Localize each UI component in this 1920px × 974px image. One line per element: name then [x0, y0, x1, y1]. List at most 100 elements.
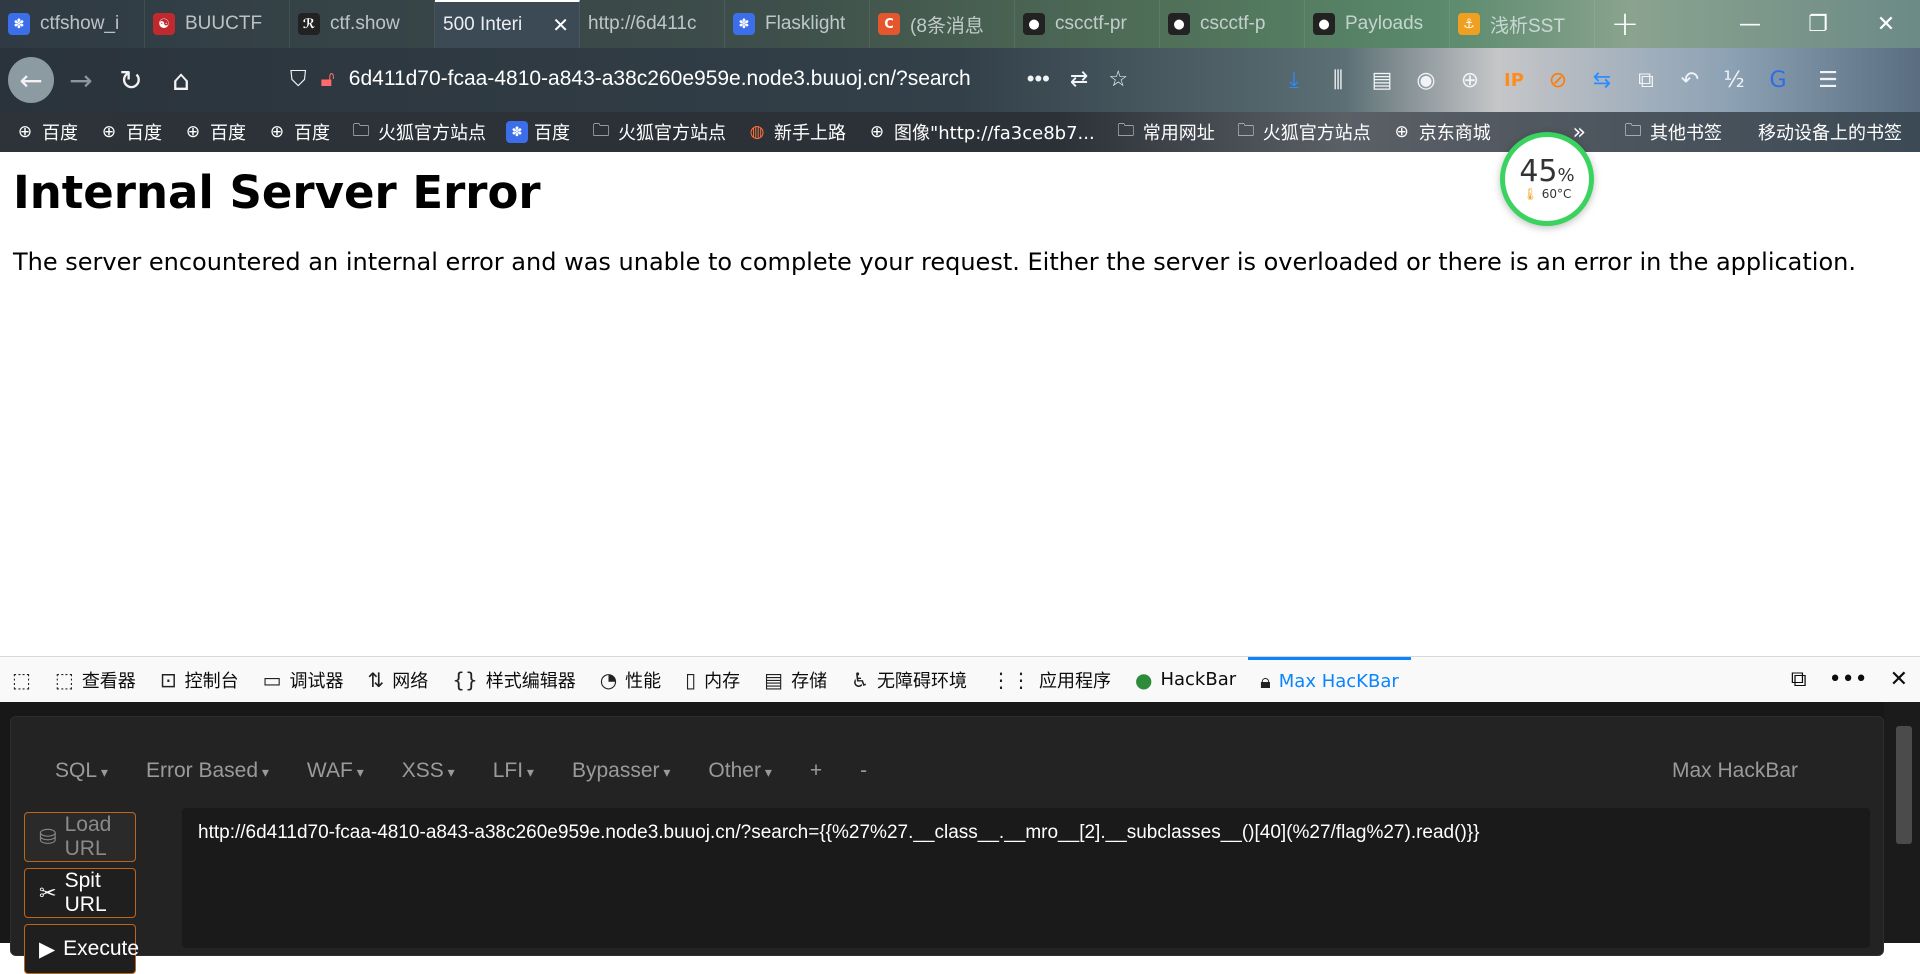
bookmark-2[interactable]: ⊕ 百度 — [182, 119, 246, 145]
translate-icon[interactable]: ⇄ — [1070, 66, 1088, 92]
bookmark-5[interactable]: ✽ 百度 — [506, 119, 570, 145]
execute-button[interactable]: ▶ Execute — [24, 924, 139, 974]
minimize-button[interactable]: — — [1716, 0, 1784, 48]
address-bar[interactable]: ⛉ 🔓︎ 6d411d70-fcaa-4810-a843-a38c260e959… — [290, 56, 1358, 102]
proxy-extension-icon[interactable]: ⧉ — [1632, 68, 1660, 93]
devtools-options-icon[interactable]: ••• — [1829, 667, 1868, 692]
devtools-tab-6[interactable]: ▯ 内存 — [673, 657, 752, 703]
bookmark-6[interactable]: 🗀 火狐官方站点 — [590, 119, 727, 145]
scrollbar-thumb[interactable] — [1896, 726, 1912, 844]
devtools-tab-8[interactable]: ♿︎ 无障碍环境 — [839, 657, 979, 703]
bookmark-10[interactable]: 🗀 火狐官方站点 — [1235, 119, 1371, 145]
sidebar-icon[interactable]: ▤ — [1368, 68, 1396, 93]
bookmark-7[interactable]: ◍ 新手上路 — [746, 119, 846, 145]
tab-5[interactable]: ✽ Flasklight — [725, 0, 870, 48]
devtools-tab-9[interactable]: ⋮⋮ 应用程序 — [979, 657, 1123, 703]
close-window-button[interactable]: ✕ — [1852, 0, 1920, 48]
hackbar-menu-item[interactable]: Bypasser — [572, 759, 670, 783]
devtools-tab-11[interactable]: 🔒︎ Max HacKBar — [1248, 656, 1411, 703]
window-controls: — ❐ ✕ — [1716, 0, 1920, 48]
restore-button[interactable]: ❐ — [1784, 0, 1852, 48]
anchor-icon: ⚓ — [1458, 13, 1480, 35]
bookmark-1[interactable]: ⊕ 百度 — [98, 119, 162, 145]
home-button[interactable]: ⌂ — [158, 57, 204, 103]
insecure-lock-icon[interactable]: 🔓︎ — [321, 66, 335, 92]
hackbar-menu-item[interactable]: Other — [708, 759, 771, 783]
split-url-button[interactable]: ✂ Spit URL — [24, 868, 136, 918]
library-icon[interactable]: ⫼ — [1324, 68, 1352, 93]
shield-icon[interactable]: ⛉ — [290, 66, 307, 92]
hackbar-menu-item[interactable]: Error Based — [146, 759, 269, 783]
hackbar-url-textarea[interactable]: http://6d411d70-fcaa-4810-a843-a38c260e9… — [182, 808, 1870, 948]
tab-3[interactable]: 500 Interi ✕ — [435, 0, 580, 48]
panel-scrollbar[interactable] — [1884, 702, 1920, 943]
tab-0[interactable]: ✽ ctfshow_i — [0, 0, 145, 48]
sync-extension-icon[interactable]: ⇆ — [1588, 68, 1616, 93]
bookmark-4[interactable]: 🗀 火狐官方站点 — [350, 119, 487, 145]
reload-button[interactable]: ↻ — [108, 57, 154, 103]
dock-icon[interactable]: ⧉ — [1791, 667, 1807, 692]
load-url-label: Load URL — [64, 813, 112, 860]
url-text[interactable]: 6d411d70-fcaa-4810-a843-a38c260e959e.nod… — [349, 67, 999, 91]
bookmark-8[interactable]: ⊕ 图像"http://fa3ce8b7... — [866, 119, 1095, 145]
menu-icon[interactable]: ☰ — [1814, 68, 1842, 93]
devtools-close-icon[interactable]: ✕ — [1890, 667, 1908, 692]
back-button[interactable]: ← — [8, 57, 54, 103]
tab-10[interactable]: ⚓ 浅析SST — [1450, 0, 1595, 48]
tab-2[interactable]: ℛctf.show — [290, 0, 435, 48]
bookmark-11[interactable]: ⊕ 京东商城 — [1391, 119, 1491, 145]
fraction-extension-icon[interactable]: ½ — [1720, 68, 1748, 93]
new-tab-button[interactable]: + — [1595, 0, 1655, 48]
tab-9[interactable]: ● Payloads — [1305, 0, 1450, 48]
tab-title: Flasklight — [765, 13, 846, 34]
hackbar-menu-item[interactable]: XSS — [402, 759, 455, 783]
element-picker[interactable]: ⬚ — [0, 657, 43, 703]
globe-icon: ⊕ — [101, 122, 117, 142]
paw-icon: ✽ — [733, 13, 755, 35]
tab-7[interactable]: ● cscctf-pr — [1015, 0, 1160, 48]
load-url-button[interactable]: ⛁ Load URL — [24, 812, 136, 862]
tab-8[interactable]: ● cscctf-p — [1160, 0, 1305, 48]
google-translate-icon[interactable]: G — [1764, 68, 1792, 93]
forward-button[interactable]: → — [58, 57, 104, 103]
tab-1[interactable]: ☯ BUUCTF — [145, 0, 290, 48]
devtools-tab-4[interactable]: {} 样式编辑器 — [440, 657, 587, 703]
memory-icon: ▯ — [685, 667, 697, 692]
devtools-tab-label: HackBar — [1160, 669, 1237, 690]
ip-extension-icon[interactable]: IP — [1500, 70, 1528, 91]
bookmark-star-icon[interactable]: ☆ — [1108, 66, 1128, 92]
devtools-tab-7[interactable]: ▤ 存储 — [752, 657, 839, 703]
performance-widget[interactable]: 45% 🌡︎ 60°C — [1500, 132, 1594, 226]
bookmark-3[interactable]: ⊕ 百度 — [266, 119, 330, 145]
undo-extension-icon[interactable]: ↶ — [1676, 68, 1704, 93]
hackbar-menu-item[interactable]: - — [860, 759, 867, 783]
csdn-icon: C — [878, 13, 900, 35]
devtools-tab-10[interactable]: ● HackBar — [1123, 657, 1248, 703]
other-bookmarks[interactable]: 🗀 其他书签 — [1622, 119, 1723, 145]
mobile-bookmarks[interactable]: 移动设备上的书签 — [1758, 119, 1902, 145]
bookmark-9[interactable]: 🗀 常用网址 — [1115, 119, 1215, 145]
devtools-tab-label: 内存 — [704, 670, 741, 692]
hackbar-menu-item[interactable]: LFI — [493, 759, 534, 783]
tab-4[interactable]: http://6d411c — [580, 0, 725, 48]
hackbar-panel: SQL Error Based WAF XSS LFI Bypasser Other + - M… — [0, 702, 1920, 974]
bookmark-label: 火狐官方站点 — [378, 123, 486, 144]
hackbar-menu-item[interactable]: WAF — [307, 759, 364, 783]
devtools-tab-5[interactable]: ◔ 性能 — [588, 657, 673, 703]
devtools-tab-3[interactable]: ⇅ 网络 — [355, 657, 440, 703]
error-message: The server encountered an internal error… — [13, 248, 1856, 276]
account-icon[interactable]: ◉ — [1412, 68, 1440, 93]
globe-extension-icon[interactable]: ⊕ — [1456, 68, 1484, 93]
tab-title: (8条消息 — [910, 15, 984, 37]
bookmark-0[interactable]: ⊕ 百度 — [14, 119, 78, 145]
block-extension-icon[interactable]: ⊘ — [1544, 68, 1572, 93]
close-tab-icon[interactable]: ✕ — [552, 13, 569, 37]
download-icon[interactable]: ⤓ — [1280, 68, 1308, 93]
tab-6[interactable]: C (8条消息 — [870, 0, 1015, 48]
page-actions-icon[interactable]: ••• — [1027, 66, 1050, 92]
hackbar-menu-item[interactable]: SQL — [55, 759, 108, 783]
hackbar-menu-item[interactable]: + — [810, 759, 822, 783]
devtools-tab-0[interactable]: ⬚ 查看器 — [43, 657, 148, 703]
devtools-tab-1[interactable]: ⊡ 控制台 — [148, 657, 251, 703]
devtools-tab-2[interactable]: ▭ 调试器 — [251, 657, 356, 703]
